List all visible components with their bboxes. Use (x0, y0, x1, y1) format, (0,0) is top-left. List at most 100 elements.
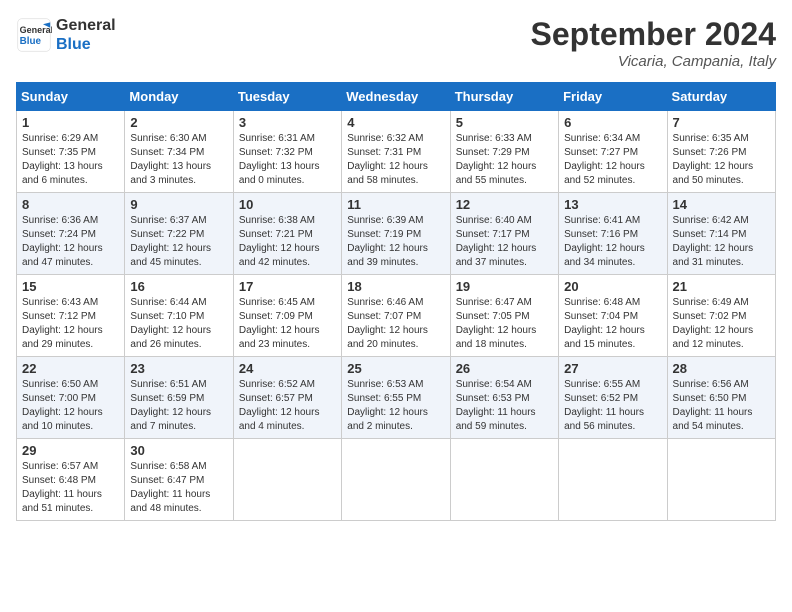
cell-info: Sunrise: 6:41 AMSunset: 7:16 PMDaylight:… (564, 214, 661, 270)
day-cell: 19Sunrise: 6:47 AMSunset: 7:05 PMDayligh… (450, 275, 558, 357)
day-cell: 13Sunrise: 6:41 AMSunset: 7:16 PMDayligh… (559, 193, 667, 275)
cell-info: Sunrise: 6:39 AMSunset: 7:19 PMDaylight:… (347, 214, 444, 270)
day-cell: 26 Sunrise: 6:54 AMSunset: 6:53 PMDayligh… (450, 357, 558, 439)
day-cell: 7 Sunrise: 6:35 AMSunset: 7:26 PMDaylight… (667, 111, 775, 193)
cell-info: Sunrise: 6:35 AMSunset: 7:26 PMDaylight:… (673, 132, 770, 188)
cell-info: Sunrise: 6:46 AMSunset: 7:07 PMDaylight:… (347, 296, 444, 352)
day-number: 28 (673, 361, 770, 376)
day-cell: 8 Sunrise: 6:36 AMSunset: 7:24 PMDaylight… (17, 193, 125, 275)
logo-general: General (56, 16, 116, 35)
day-number: 26 (456, 361, 553, 376)
day-number: 7 (673, 115, 770, 130)
day-number: 2 (130, 115, 227, 130)
day-cell: 24Sunrise: 6:52 AMSunset: 6:57 PMDayligh… (233, 357, 341, 439)
cell-info: Sunrise: 6:38 AMSunset: 7:21 PMDaylight:… (239, 214, 336, 270)
cell-info: Sunrise: 6:40 AMSunset: 7:17 PMDaylight:… (456, 214, 553, 270)
day-cell: 21 Sunrise: 6:49 AMSunset: 7:02 PMDayligh… (667, 275, 775, 357)
day-cell: 30 Sunrise: 6:58 AMSunset: 6:47 PMDayligh… (125, 439, 233, 521)
title-block: September 2024 Vicaria, Campania, Italy (531, 16, 776, 70)
week-row-3: 15Sunrise: 6:43 AMSunset: 7:12 PMDayligh… (17, 275, 776, 357)
day-number: 8 (22, 197, 119, 212)
cell-info: Sunrise: 6:44 AMSunset: 7:10 PMDaylight:… (130, 296, 227, 352)
cell-info: Sunrise: 6:50 AMSunset: 7:00 PMDaylight:… (22, 378, 119, 434)
day-cell: 28Sunrise: 6:56 AMSunset: 6:50 PMDayligh… (667, 357, 775, 439)
calendar-table: SundayMondayTuesdayWednesdayThursdayFrid… (16, 82, 776, 521)
day-cell: 2 Sunrise: 6:30 AMSunset: 7:34 PMDaylight… (125, 111, 233, 193)
day-number: 4 (347, 115, 444, 130)
cell-info: Sunrise: 6:53 AMSunset: 6:55 PMDaylight:… (347, 378, 444, 434)
day-cell: 22Sunrise: 6:50 AMSunset: 7:00 PMDayligh… (17, 357, 125, 439)
cell-info: Sunrise: 6:33 AMSunset: 7:29 PMDaylight:… (456, 132, 553, 188)
day-number: 14 (673, 197, 770, 212)
day-number: 9 (130, 197, 227, 212)
week-row-1: 1 Sunrise: 6:29 AMSunset: 7:35 PMDaylight… (17, 111, 776, 193)
col-header-wednesday: Wednesday (342, 83, 450, 111)
col-header-friday: Friday (559, 83, 667, 111)
cell-info: Sunrise: 6:57 AMSunset: 6:48 PMDaylight:… (22, 460, 119, 516)
day-number: 3 (239, 115, 336, 130)
col-header-monday: Monday (125, 83, 233, 111)
cell-info: Sunrise: 6:55 AMSunset: 6:52 PMDaylight:… (564, 378, 661, 434)
cell-info: Sunrise: 6:29 AMSunset: 7:35 PMDaylight:… (22, 132, 119, 188)
day-number: 27 (564, 361, 661, 376)
month-title: September 2024 (531, 16, 776, 53)
day-cell: 4 Sunrise: 6:32 AMSunset: 7:31 PMDaylight… (342, 111, 450, 193)
day-cell: 20 Sunrise: 6:48 AMSunset: 7:04 PMDayligh… (559, 275, 667, 357)
week-row-4: 22Sunrise: 6:50 AMSunset: 7:00 PMDayligh… (17, 357, 776, 439)
day-cell (342, 439, 450, 521)
day-cell: 5 Sunrise: 6:33 AMSunset: 7:29 PMDaylight… (450, 111, 558, 193)
col-header-sunday: Sunday (17, 83, 125, 111)
calendar-header-row: SundayMondayTuesdayWednesdayThursdayFrid… (17, 83, 776, 111)
logo-blue: Blue (56, 35, 116, 54)
day-cell: 16 Sunrise: 6:44 AMSunset: 7:10 PMDayligh… (125, 275, 233, 357)
day-number: 29 (22, 443, 119, 458)
day-number: 5 (456, 115, 553, 130)
cell-info: Sunrise: 6:32 AMSunset: 7:31 PMDaylight:… (347, 132, 444, 188)
day-cell: 10 Sunrise: 6:38 AMSunset: 7:21 PMDayligh… (233, 193, 341, 275)
day-cell: 29 Sunrise: 6:57 AMSunset: 6:48 PMDayligh… (17, 439, 125, 521)
cell-info: Sunrise: 6:30 AMSunset: 7:34 PMDaylight:… (130, 132, 227, 188)
cell-info: Sunrise: 6:47 AMSunset: 7:05 PMDaylight:… (456, 296, 553, 352)
day-number: 18 (347, 279, 444, 294)
day-cell (667, 439, 775, 521)
day-number: 17 (239, 279, 336, 294)
day-number: 12 (456, 197, 553, 212)
week-row-5: 29 Sunrise: 6:57 AMSunset: 6:48 PMDayligh… (17, 439, 776, 521)
day-number: 25 (347, 361, 444, 376)
day-number: 11 (347, 197, 444, 212)
day-number: 1 (22, 115, 119, 130)
day-number: 10 (239, 197, 336, 212)
day-number: 21 (673, 279, 770, 294)
day-cell (559, 439, 667, 521)
cell-info: Sunrise: 6:42 AMSunset: 7:14 PMDaylight:… (673, 214, 770, 270)
logo-icon: General Blue (16, 17, 52, 53)
day-number: 16 (130, 279, 227, 294)
cell-info: Sunrise: 6:51 AMSunset: 6:59 PMDaylight:… (130, 378, 227, 434)
cell-info: Sunrise: 6:49 AMSunset: 7:02 PMDaylight:… (673, 296, 770, 352)
cell-info: Sunrise: 6:52 AMSunset: 6:57 PMDaylight:… (239, 378, 336, 434)
day-cell: 11 Sunrise: 6:39 AMSunset: 7:19 PMDayligh… (342, 193, 450, 275)
day-number: 23 (130, 361, 227, 376)
cell-info: Sunrise: 6:36 AMSunset: 7:24 PMDaylight:… (22, 214, 119, 270)
cell-info: Sunrise: 6:48 AMSunset: 7:04 PMDaylight:… (564, 296, 661, 352)
logo: General Blue General Blue (16, 16, 116, 54)
location: Vicaria, Campania, Italy (531, 53, 776, 70)
svg-text:Blue: Blue (20, 36, 42, 47)
cell-info: Sunrise: 6:54 AMSunset: 6:53 PMDaylight:… (456, 378, 553, 434)
col-header-tuesday: Tuesday (233, 83, 341, 111)
cell-info: Sunrise: 6:37 AMSunset: 7:22 PMDaylight:… (130, 214, 227, 270)
cell-info: Sunrise: 6:58 AMSunset: 6:47 PMDaylight:… (130, 460, 227, 516)
day-cell: 12 Sunrise: 6:40 AMSunset: 7:17 PMDayligh… (450, 193, 558, 275)
cell-info: Sunrise: 6:31 AMSunset: 7:32 PMDaylight:… (239, 132, 336, 188)
day-cell (450, 439, 558, 521)
day-number: 20 (564, 279, 661, 294)
day-cell: 9 Sunrise: 6:37 AMSunset: 7:22 PMDaylight… (125, 193, 233, 275)
day-cell: 17 Sunrise: 6:45 AMSunset: 7:09 PMDayligh… (233, 275, 341, 357)
day-cell: 1 Sunrise: 6:29 AMSunset: 7:35 PMDaylight… (17, 111, 125, 193)
cell-info: Sunrise: 6:45 AMSunset: 7:09 PMDaylight:… (239, 296, 336, 352)
cell-info: Sunrise: 6:34 AMSunset: 7:27 PMDaylight:… (564, 132, 661, 188)
col-header-thursday: Thursday (450, 83, 558, 111)
day-number: 30 (130, 443, 227, 458)
day-cell (233, 439, 341, 521)
day-cell: 25 Sunrise: 6:53 AMSunset: 6:55 PMDayligh… (342, 357, 450, 439)
